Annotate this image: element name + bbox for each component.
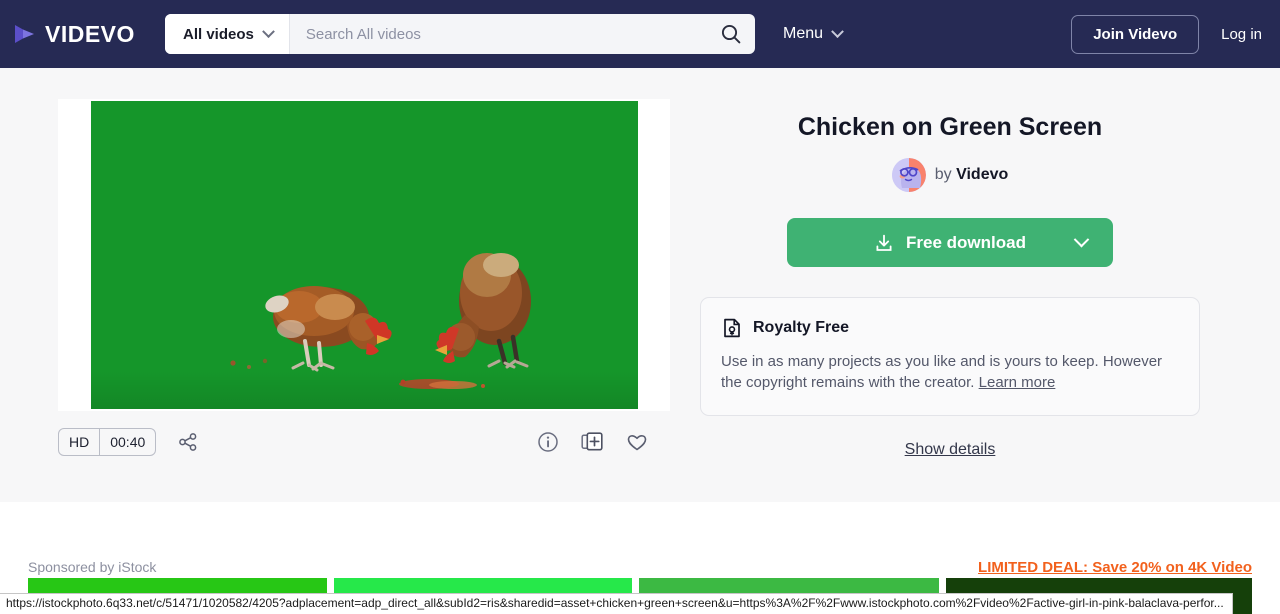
main-menu[interactable]: Menu <box>783 24 844 43</box>
videvo-play-logo-icon <box>12 21 38 47</box>
search-input[interactable] <box>289 14 707 54</box>
search-category-label: All videos <box>183 25 254 43</box>
add-to-collection-button[interactable] <box>581 431 604 454</box>
status-bar-url: https://istockphoto.6q33.net/c/51471/102… <box>0 593 1233 614</box>
license-card: Royalty Free Use in as many projects as … <box>700 297 1200 416</box>
favorite-button[interactable] <box>626 431 648 453</box>
free-download-button[interactable]: Free download <box>787 218 1113 267</box>
author-row: by Videvo <box>700 158 1200 192</box>
chicken-right-image <box>434 253 531 369</box>
author-label: by Videvo <box>935 166 1009 184</box>
license-description-text: Use in as many projects as you like and … <box>721 353 1163 392</box>
sponsored-label: Sponsored by iStock <box>28 559 157 575</box>
search-button[interactable] <box>707 14 755 54</box>
asset-action-icons <box>537 431 670 454</box>
license-title: Royalty Free <box>753 319 850 336</box>
site-header: VIDEVO All videos Menu Join Videvo Log i… <box>0 0 1280 68</box>
search-bar: All videos <box>165 14 755 54</box>
share-icon <box>179 433 197 451</box>
menu-label: Menu <box>783 25 824 42</box>
player-controls: HD 00:40 <box>58 428 670 456</box>
avatar[interactable] <box>891 158 926 192</box>
page-title: Chicken on Green Screen <box>797 113 1103 141</box>
learn-more-link[interactable]: Learn more <box>979 374 1056 391</box>
feed-scatter-secondary <box>229 358 267 369</box>
license-description: Use in as many projects as you like and … <box>721 351 1179 394</box>
site-logo[interactable]: VIDEVO <box>12 21 152 48</box>
info-button[interactable] <box>537 431 559 453</box>
info-circle-icon <box>538 432 558 452</box>
license-document-icon <box>724 318 740 338</box>
duration-badge: 00:40 <box>110 434 146 450</box>
join-videvo-button[interactable]: Join Videvo <box>1071 14 1200 54</box>
main-content: HD 00:40 Chicken on Green Screen by Vide… <box>0 68 1280 502</box>
quality-badge: HD <box>59 429 101 455</box>
chevron-down-icon <box>261 24 275 38</box>
heart-icon <box>627 435 647 451</box>
chevron-down-icon <box>831 24 844 38</box>
show-details-link[interactable]: Show details <box>905 441 996 459</box>
video-player-column: HD 00:40 <box>58 99 670 456</box>
asset-info-column: Chicken on Green Screen by Videvo Free d… <box>700 68 1200 459</box>
feed-scatter <box>398 379 485 389</box>
video-frame[interactable] <box>58 99 670 411</box>
logo-text: VIDEVO <box>45 20 135 47</box>
log-in-link[interactable]: Log in <box>1221 26 1262 43</box>
share-button[interactable] <box>178 432 198 452</box>
search-category-dropdown[interactable]: All videos <box>165 14 290 54</box>
header-actions: Join Videvo Log in <box>1071 0 1262 68</box>
download-icon <box>876 234 892 251</box>
search-icon <box>721 24 741 44</box>
by-prefix: by <box>934 166 952 183</box>
limited-deal-link[interactable]: LIMITED DEAL: Save 20% on 4K Video <box>978 559 1252 576</box>
video-preview[interactable] <box>90 101 638 409</box>
add-to-collection-icon <box>581 431 603 451</box>
author-name: Videvo <box>956 166 1009 183</box>
license-header: Royalty Free <box>721 317 1179 339</box>
user-avatar-icon <box>891 158 926 192</box>
free-download-label: Free download <box>906 232 1026 252</box>
video-meta-badges: HD 00:40 <box>58 428 157 456</box>
chevron-down-icon[interactable] <box>1073 231 1090 248</box>
